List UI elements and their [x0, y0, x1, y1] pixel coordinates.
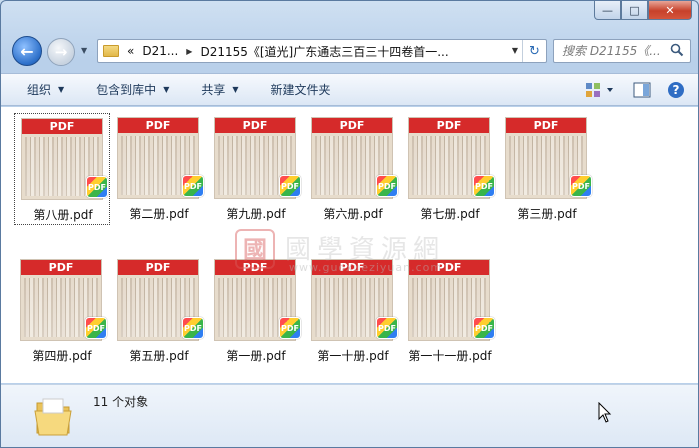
share-menu[interactable]: 共享 ▼	[193, 78, 246, 102]
pdf-label: PDF	[506, 118, 586, 133]
chevron-down-icon: ▼	[232, 85, 239, 94]
folder-icon	[103, 45, 119, 57]
file-name[interactable]: 第九册.pdf	[208, 205, 304, 222]
pdf-label: PDF	[312, 260, 392, 275]
pdf-badge-icon: PDF	[473, 175, 495, 197]
file-item[interactable]: PDF PDF 第一十一册.pdf	[402, 255, 498, 367]
minimize-button[interactable]: —	[594, 1, 621, 20]
search-box[interactable]	[553, 39, 691, 63]
chevron-down-icon: ▼	[163, 85, 170, 94]
chevron-down-icon: ▼	[58, 85, 65, 94]
breadcrumb-item[interactable]: D21...	[142, 44, 178, 58]
file-list-view[interactable]: PDF PDF 第八册.pdf PDF PDF 第二册.pdf PDF PDF …	[1, 107, 698, 383]
file-item[interactable]: PDF PDF 第七册.pdf	[402, 113, 498, 225]
caption-buttons: — □ ✕	[594, 1, 692, 21]
breadcrumb-overflow[interactable]: «	[127, 44, 134, 58]
close-button[interactable]: ✕	[648, 1, 692, 20]
change-view-button[interactable]	[580, 78, 620, 102]
history-dropdown-button[interactable]: ▼	[81, 46, 91, 56]
file-item[interactable]: PDF PDF 第九册.pdf	[208, 113, 304, 225]
pdf-label: PDF	[118, 260, 198, 275]
file-name[interactable]: 第六册.pdf	[305, 205, 401, 222]
toolbar-right-group: ?	[580, 78, 688, 102]
forward-arrow-icon: →	[54, 43, 68, 61]
file-item[interactable]: PDF PDF 第一册.pdf	[208, 255, 304, 367]
svg-text:?: ?	[673, 83, 680, 97]
file-name[interactable]: 第二册.pdf	[111, 205, 207, 222]
pdf-label: PDF	[22, 119, 102, 134]
file-item[interactable]: PDF PDF 第三册.pdf	[499, 113, 595, 225]
pdf-badge-icon: PDF	[279, 175, 301, 197]
new-folder-button[interactable]: 新建文件夹	[263, 78, 339, 102]
file-name[interactable]: 第五册.pdf	[111, 347, 207, 364]
file-item[interactable]: PDF PDF 第五册.pdf	[111, 255, 207, 367]
new-folder-label: 新建文件夹	[270, 83, 331, 97]
file-name[interactable]: 第七册.pdf	[402, 205, 498, 222]
file-item[interactable]: PDF PDF 第八册.pdf	[14, 113, 110, 225]
file-item[interactable]: PDF PDF 第二册.pdf	[111, 113, 207, 225]
organize-label: 组织	[27, 83, 52, 97]
preview-pane-icon	[633, 82, 651, 98]
help-icon: ?	[668, 82, 684, 98]
back-arrow-icon: ←	[20, 41, 34, 61]
file-item[interactable]: PDF PDF 第一十册.pdf	[305, 255, 401, 367]
pdf-label: PDF	[409, 118, 489, 133]
search-input[interactable]	[562, 44, 662, 58]
details-pane: 11 个对象	[1, 384, 698, 447]
share-label: 共享	[201, 83, 226, 97]
pdf-badge-icon: PDF	[86, 176, 108, 198]
pdf-label: PDF	[21, 260, 101, 275]
pdf-label: PDF	[409, 260, 489, 275]
pdf-label: PDF	[215, 260, 295, 275]
address-dropdown-icon[interactable]: ▼	[512, 46, 518, 55]
breadcrumb-item-current[interactable]: D21155《[道光]广东通志三百三十四卷首一...	[200, 43, 448, 60]
refresh-button[interactable]: ↻	[522, 40, 546, 62]
file-name[interactable]: 第四册.pdf	[14, 347, 110, 364]
breadcrumb-separator-icon[interactable]: ▶	[186, 47, 192, 56]
pdf-badge-icon: PDF	[182, 175, 204, 197]
include-in-library-menu[interactable]: 包含到库中 ▼	[88, 78, 177, 102]
mouse-cursor-icon	[598, 402, 612, 423]
view-tiles-icon	[586, 83, 613, 97]
file-name[interactable]: 第三册.pdf	[499, 205, 595, 222]
search-icon[interactable]	[670, 43, 684, 57]
file-name[interactable]: 第一十一册.pdf	[402, 347, 498, 364]
explorer-window: — □ ✕ ← → ▼ « D21... ▶ D21155《[道光]广东通志三百…	[0, 0, 699, 448]
back-button[interactable]: ←	[12, 36, 42, 66]
address-bar[interactable]: « D21... ▶ D21155《[道光]广东通志三百三十四卷首一... ▼ …	[97, 39, 547, 63]
pdf-label: PDF	[312, 118, 392, 133]
pdf-badge-icon: PDF	[473, 317, 495, 339]
pdf-badge-icon: PDF	[279, 317, 301, 339]
help-button[interactable]: ?	[664, 78, 688, 102]
file-item[interactable]: PDF PDF 第六册.pdf	[305, 113, 401, 225]
file-name[interactable]: 第一册.pdf	[208, 347, 304, 364]
folder-icon	[34, 398, 72, 436]
file-name[interactable]: 第一十册.pdf	[305, 347, 401, 364]
pdf-label: PDF	[215, 118, 295, 133]
refresh-icon: ↻	[529, 43, 540, 59]
organize-menu[interactable]: 组织 ▼	[19, 78, 72, 102]
navigation-bar: ← → ▼ « D21... ▶ D21155《[道光]广东通志三百三十四卷首一…	[1, 35, 698, 66]
pdf-badge-icon: PDF	[182, 317, 204, 339]
pdf-badge-icon: PDF	[85, 317, 107, 339]
pdf-label: PDF	[118, 118, 198, 133]
pdf-badge-icon: PDF	[570, 175, 592, 197]
preview-pane-button[interactable]	[630, 78, 654, 102]
item-count: 11 个对象	[93, 395, 149, 409]
maximize-button[interactable]: □	[621, 1, 648, 20]
file-name[interactable]: 第八册.pdf	[15, 206, 111, 223]
command-bar: 组织 ▼ 包含到库中 ▼ 共享 ▼ 新建文件夹 ?	[1, 73, 698, 106]
file-item[interactable]: PDF PDF 第四册.pdf	[14, 255, 110, 367]
forward-button[interactable]: →	[47, 38, 75, 66]
include-in-library-label: 包含到库中	[96, 83, 157, 97]
pdf-badge-icon: PDF	[376, 175, 398, 197]
pdf-badge-icon: PDF	[376, 317, 398, 339]
